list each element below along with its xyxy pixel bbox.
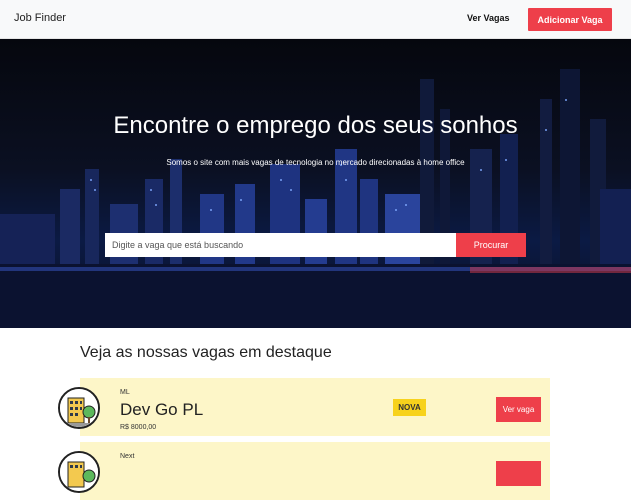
- hero-banner: Encontre o emprego dos seus sonhos Somos…: [0, 39, 631, 328]
- brand-link[interactable]: Job Finder: [14, 12, 66, 24]
- job-card: Next: [58, 442, 550, 500]
- hero-title: Encontre o emprego dos seus sonhos: [113, 112, 518, 139]
- job-card: ML Dev Go PL R$ 8000,00 NOVA Ver vaga: [58, 378, 550, 436]
- job-search-input[interactable]: [105, 233, 456, 257]
- company-name: Next: [120, 453, 135, 460]
- hero-subtitle: Somos o site com mais vagas de tecnologi…: [166, 158, 465, 167]
- city-skyline-image: [0, 69, 631, 328]
- building-icon: [58, 451, 100, 493]
- view-job-button[interactable]: [496, 461, 541, 486]
- job-salary: R$ 8000,00: [120, 424, 157, 431]
- job-title: Dev Go PL: [120, 400, 204, 419]
- new-badge: NOVA: [393, 399, 426, 416]
- ver-vagas-link[interactable]: Ver Vagas: [467, 13, 510, 23]
- add-job-button[interactable]: Adicionar Vaga: [528, 8, 612, 31]
- navbar: Job Finder Ver Vagas Adicionar Vaga: [0, 0, 631, 39]
- view-job-button[interactable]: Ver vaga: [496, 397, 541, 422]
- company-name: ML: [120, 389, 130, 396]
- featured-section-title: Veja as nossas vagas em destaque: [80, 344, 332, 361]
- search-button[interactable]: Procurar: [456, 233, 526, 257]
- building-icon: [58, 387, 100, 429]
